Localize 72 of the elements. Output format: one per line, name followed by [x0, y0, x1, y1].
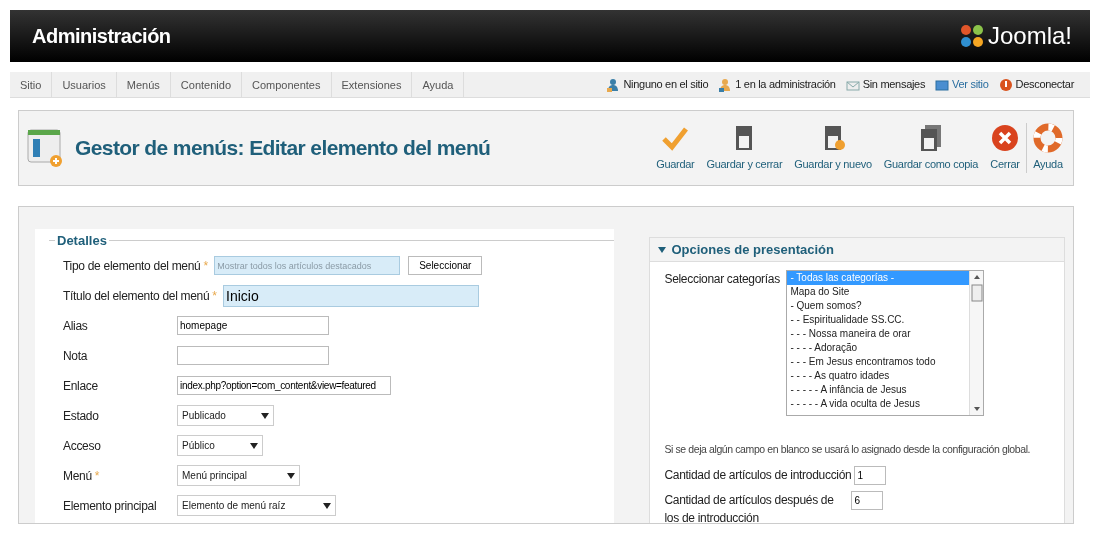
field-label: Título del elemento del menú — [63, 287, 210, 305]
list-option[interactable]: - - - Nossa maneira de orar — [787, 327, 970, 341]
flower-logo-icon — [958, 23, 985, 49]
list-option[interactable]: - - - - Adoração — [787, 341, 970, 355]
person-icon — [718, 77, 733, 92]
menu-editor-icon — [27, 128, 63, 168]
close-icon — [990, 123, 1020, 154]
field-label: Estado — [63, 407, 99, 425]
required-mark: * — [203, 257, 209, 275]
section-header[interactable]: Opciones de presentación — [650, 238, 1064, 262]
monitor-icon — [935, 77, 950, 92]
menu-item[interactable]: Usuarios — [52, 72, 117, 97]
toolbar-button[interactable]: Cerrar — [984, 123, 1026, 173]
dropdown[interactable]: Publicado — [177, 405, 274, 426]
list-option[interactable]: - Quem somos? — [787, 299, 970, 313]
admin-title: Administración — [32, 24, 171, 49]
caret-icon — [323, 502, 332, 509]
field-label: Nota — [63, 347, 88, 365]
dropdown[interactable]: Menú principal — [177, 465, 300, 486]
menu-item[interactable]: Extensiones — [331, 72, 413, 97]
toolbar-button[interactable]: Ayuda — [1026, 123, 1069, 173]
text-field[interactable]: index.php?option=com_content&view=featured — [177, 376, 391, 395]
section-legend: Detalles — [57, 231, 107, 251]
required-mark: * — [212, 287, 218, 305]
field-label: Seleccionar categorías — [664, 271, 781, 288]
help-note: Si se deja algún campo en blanco se usará lo asignado desde la configuración global. — [664, 442, 1032, 457]
text-field[interactable]: Inicio — [223, 284, 480, 307]
list-option[interactable]: - - - - - A infância de Jesus — [787, 383, 970, 397]
person-icon — [606, 77, 621, 92]
status-text: Sin mensajes — [862, 77, 926, 93]
list-option[interactable]: - - - - - A vida oculta de Jesus — [787, 397, 970, 411]
list-option[interactable]: - - Espiritualidade SS.CC. — [787, 313, 970, 327]
text-field[interactable] — [177, 346, 329, 365]
power-icon — [998, 77, 1013, 92]
text-field[interactable]: 1 — [854, 465, 887, 485]
caret-icon — [286, 472, 295, 479]
logo-text: Joomla! — [987, 21, 1072, 51]
toolbar-button[interactable]: Guardar como copia — [877, 123, 984, 173]
menu-item[interactable]: Menús — [116, 72, 171, 97]
text-field[interactable]: homepage — [177, 316, 329, 335]
field-label: Elemento principal — [63, 497, 157, 515]
caret-icon — [260, 412, 269, 419]
status-link[interactable]: Ver sitio — [952, 76, 989, 93]
field-label: Acceso — [63, 437, 101, 455]
status-text: 1 en la administración — [735, 77, 836, 93]
required-mark: * — [94, 467, 100, 485]
list-option[interactable]: - - - - As quatro idades — [787, 369, 970, 383]
select-button[interactable]: Seleccionar — [408, 256, 483, 275]
category-listbox[interactable] — [786, 270, 985, 416]
caret-icon — [250, 442, 259, 449]
status-text: Ninguno en el sitio — [623, 77, 709, 93]
status-link[interactable]: Desconectar — [1015, 76, 1074, 93]
list-option[interactable]: Mapa do Site — [787, 285, 970, 299]
text-field[interactable]: 6 — [851, 490, 884, 510]
menu-item[interactable]: Sitio — [10, 72, 53, 97]
field-label: Cantidad de artículos de introducción — [664, 466, 852, 484]
field-label: Menú — [63, 467, 92, 485]
toolbar-button[interactable]: Guardar y nuevo — [788, 123, 878, 173]
toolbar-button[interactable]: Guardar — [650, 123, 701, 173]
field-label: Tipo de elemento del menú — [63, 257, 201, 275]
dropdown[interactable]: Público — [177, 435, 264, 456]
field-label: Cantidad de artículos después de los de introducción — [664, 491, 835, 523]
menu-item[interactable]: Contenido — [170, 72, 242, 97]
page-title: Gestor de menús: Editar elemento del menú — [75, 135, 491, 162]
lifebuoy-icon — [1033, 123, 1063, 154]
dropdown[interactable]: Elemento de menú raíz — [177, 495, 337, 516]
field-label: Enlace — [63, 377, 98, 395]
field-label: Alias — [63, 317, 88, 335]
list-option[interactable]: - - - Em Jesus encontramos todo — [787, 355, 970, 369]
menu-item[interactable]: Componentes — [242, 72, 332, 97]
menu-item[interactable]: Ayuda — [412, 72, 465, 97]
toolbar-button[interactable]: Guardar y cerrar — [700, 123, 789, 173]
